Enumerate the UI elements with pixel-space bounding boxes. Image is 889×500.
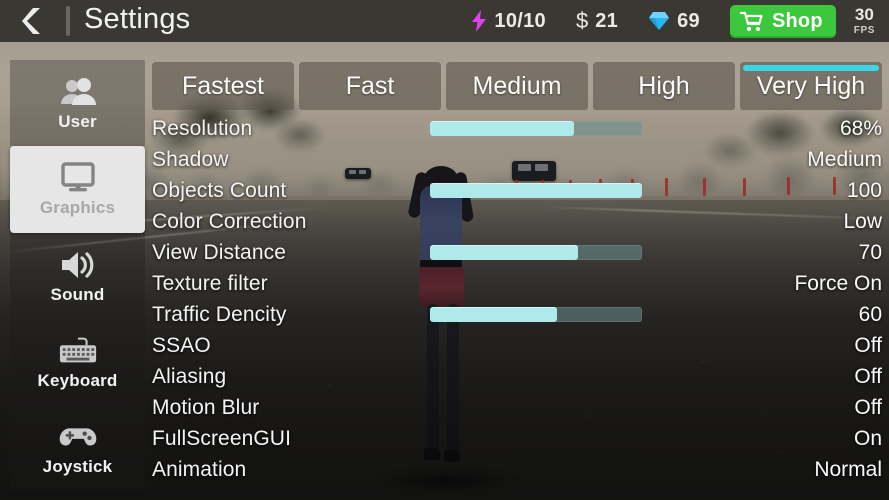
settings-slider[interactable]	[430, 121, 642, 136]
settings-row-value: Medium	[807, 147, 882, 171]
settings-row-label: Motion Blur	[152, 395, 260, 419]
settings-row-label: Texture filter	[152, 271, 268, 295]
shopping-cart-icon	[739, 11, 763, 31]
keyboard-icon	[58, 334, 98, 368]
settings-row-label: Color Correction	[152, 209, 307, 233]
settings-row-value: Off	[854, 364, 882, 388]
settings-row[interactable]: Color Correction Low	[152, 206, 882, 237]
settings-row[interactable]: View Distance 70	[152, 237, 882, 268]
settings-row-value: Normal	[814, 457, 882, 481]
money-indicator[interactable]: $ 21	[576, 8, 618, 34]
preset-tab-very-high[interactable]: Very High	[740, 62, 882, 110]
settings-row[interactable]: Motion Blur Off	[152, 392, 882, 423]
settings-list: Resolution 68% Shadow Medium Objects Count 10…	[152, 113, 882, 493]
lightning-bolt-icon	[472, 10, 487, 32]
sidebar-label-sound: Sound	[50, 284, 105, 304]
preset-selected-indicator	[743, 65, 879, 71]
sidebar-label-keyboard: Keyboard	[37, 370, 118, 390]
settings-row-value: 100	[846, 178, 882, 202]
settings-row-value: 68%	[839, 116, 882, 140]
settings-row-label: Shadow	[152, 147, 229, 171]
settings-row[interactable]: Texture filter Force On	[152, 268, 882, 299]
settings-row-label: View Distance	[152, 240, 286, 264]
shop-button[interactable]: Shop	[729, 4, 836, 38]
settings-slider[interactable]	[430, 245, 642, 260]
gems-value: 69	[677, 9, 700, 32]
settings-slider[interactable]	[430, 307, 642, 322]
preset-label-medium: Medium	[472, 71, 562, 100]
fps-value: 30	[854, 5, 874, 24]
preset-tab-fastest[interactable]: Fastest	[152, 62, 294, 110]
sidebar-label-user: User	[58, 111, 97, 131]
sidebar-item-graphics[interactable]: Graphics	[10, 146, 145, 233]
settings-row[interactable]: FullScreenGUI On	[152, 423, 882, 454]
settings-slider-fill	[430, 307, 558, 322]
settings-row-label: SSAO	[152, 333, 211, 357]
preset-tab-medium[interactable]: Medium	[446, 62, 588, 110]
preset-label-fastest: Fastest	[182, 71, 264, 100]
sidebar-item-keyboard[interactable]: Keyboard	[10, 319, 145, 406]
settings-row-value: Off	[854, 333, 882, 357]
settings-row[interactable]: Objects Count 100	[152, 175, 882, 206]
settings-slider-fill	[430, 245, 579, 260]
energy-value: 10/10	[494, 9, 546, 32]
settings-row-value: Force On	[794, 271, 882, 295]
shop-label: Shop	[771, 9, 823, 32]
sidebar-item-joystick[interactable]: Joystick	[10, 405, 145, 493]
gamepad-icon	[58, 420, 98, 454]
monitor-icon	[58, 161, 98, 195]
settings-row-label: FullScreenGUI	[152, 426, 292, 450]
sidebar-item-sound[interactable]: Sound	[10, 232, 145, 320]
sidebar-label-joystick: Joystick	[42, 457, 113, 477]
back-button[interactable]	[0, 0, 66, 42]
settings-row[interactable]: Shadow Medium	[152, 144, 882, 175]
settings-row[interactable]: Aliasing Off	[152, 361, 882, 392]
gems-indicator[interactable]: 69	[648, 10, 700, 33]
settings-slider[interactable]	[430, 183, 642, 198]
settings-row-value: 60	[858, 302, 882, 326]
preset-tab-fast[interactable]: Fast	[299, 62, 441, 110]
settings-row-label: Animation	[152, 457, 247, 481]
settings-row[interactable]: SSAO Off	[152, 330, 882, 361]
sidebar-nav: User Graphics Sound Keyboard Joystick	[10, 60, 145, 493]
settings-row-value: 70	[858, 240, 882, 264]
settings-row[interactable]: Traffic Dencity 60	[152, 299, 882, 330]
preset-label-very-high: Very High	[756, 71, 866, 100]
chevron-left-icon	[22, 8, 40, 34]
settings-row-label: Objects Count	[152, 178, 287, 202]
top-bar: Settings 10/10 $ 21 69 Shop 30 FPS	[0, 0, 889, 42]
settings-row[interactable]: Resolution 68%	[152, 113, 882, 144]
settings-slider-fill	[430, 121, 575, 136]
diamond-icon	[649, 12, 670, 30]
settings-row-value: Off	[854, 395, 882, 419]
sidebar-item-user[interactable]: User	[10, 60, 145, 147]
preset-label-fast: Fast	[345, 71, 395, 100]
sidebar-label-graphics: Graphics	[39, 198, 116, 218]
dollar-sign-icon: $	[575, 8, 589, 33]
settings-row-value: On	[853, 426, 882, 450]
quality-preset-tabs: Fastest Fast Medium High Very High	[152, 62, 882, 110]
fps-counter: 30 FPS	[854, 6, 875, 36]
settings-row-label: Aliasing	[152, 364, 227, 388]
preset-label-high: High	[638, 71, 690, 100]
settings-row-label: Resolution	[152, 116, 253, 140]
fps-label: FPS	[853, 25, 875, 36]
users-icon	[58, 75, 98, 109]
speaker-icon	[58, 248, 98, 282]
settings-row-label: Traffic Dencity	[152, 302, 287, 326]
page-title: Settings	[84, 3, 191, 35]
settings-row[interactable]: Animation Normal	[152, 454, 882, 485]
title-divider	[66, 6, 70, 36]
settings-screen: Settings 10/10 $ 21 69 Shop 30 FPS User …	[0, 0, 889, 500]
settings-row-value: Low	[843, 209, 882, 233]
money-value: 21	[595, 9, 619, 32]
settings-slider-fill	[430, 183, 642, 198]
energy-indicator[interactable]: 10/10	[471, 10, 546, 33]
preset-tab-high[interactable]: High	[593, 62, 735, 110]
